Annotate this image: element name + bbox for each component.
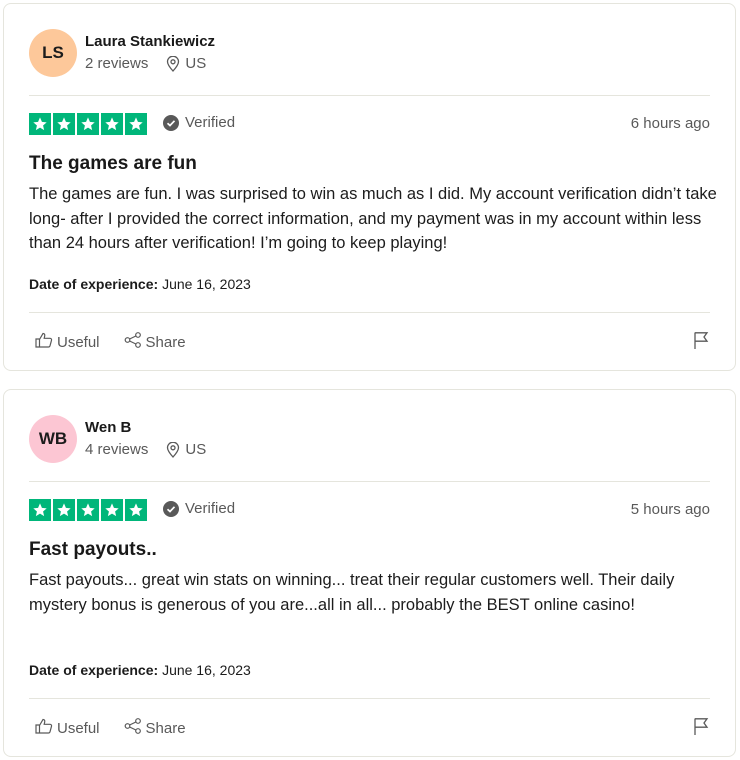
date-value: June 16, 2023 — [162, 662, 251, 678]
review-body: Fast payouts... great win stats on winni… — [29, 571, 675, 614]
star-icon — [29, 113, 51, 135]
share-label: Share — [145, 333, 186, 351]
verified-check-icon — [163, 500, 179, 517]
review-actions: Useful Share — [35, 718, 210, 738]
divider — [29, 481, 710, 482]
location-pin-icon — [166, 441, 180, 458]
useful-label: Useful — [57, 719, 100, 737]
avatar[interactable]: LS — [29, 29, 77, 77]
verified-label: Verified — [185, 500, 236, 517]
star-rating — [29, 113, 147, 135]
star-rating — [29, 499, 147, 521]
star-icon — [101, 499, 123, 521]
divider — [29, 312, 710, 313]
review-time: 6 hours ago — [630, 115, 710, 132]
star-icon — [53, 113, 75, 135]
review-card: WB Wen B 4 reviews US Verified 5 hours a… — [3, 389, 736, 757]
date-label: Date of experience: — [29, 276, 159, 292]
useful-label: Useful — [57, 333, 100, 351]
share-icon — [124, 718, 146, 738]
star-icon — [125, 499, 147, 521]
useful-button[interactable]: Useful — [35, 718, 100, 738]
thumbs-up-icon — [35, 718, 57, 738]
flag-icon[interactable] — [693, 331, 709, 355]
review-count: 4 reviews — [85, 441, 149, 458]
divider — [29, 698, 710, 699]
reviewer-name[interactable]: Laura Stankiewicz — [85, 33, 215, 50]
reviewer-country: US — [185, 441, 207, 458]
review-actions: Useful Share — [35, 332, 210, 352]
review-count: 2 reviews — [85, 55, 149, 72]
reviewer-country: US — [185, 55, 207, 72]
star-icon — [77, 499, 99, 521]
share-label: Share — [145, 719, 186, 737]
star-icon — [77, 113, 99, 135]
verified-check-icon — [163, 114, 179, 131]
date-of-experience: Date of experience: June 16, 2023 — [29, 276, 251, 292]
star-icon — [29, 499, 51, 521]
verified-badge[interactable]: Verified — [163, 114, 235, 131]
review-body: The games are fun. I was surprised to wi… — [29, 185, 717, 252]
review-card: LS Laura Stankiewicz 2 reviews US Verifi… — [3, 3, 736, 371]
thumbs-up-icon — [35, 332, 57, 352]
useful-button[interactable]: Useful — [35, 332, 100, 352]
star-icon — [125, 113, 147, 135]
share-button[interactable]: Share — [124, 332, 186, 352]
flag-icon[interactable] — [693, 717, 709, 741]
review-time: 5 hours ago — [630, 501, 710, 518]
divider — [29, 95, 710, 96]
location-pin-icon — [166, 55, 180, 72]
date-of-experience: Date of experience: June 16, 2023 — [29, 662, 251, 678]
star-icon — [101, 113, 123, 135]
reviewer-meta: 4 reviews US — [85, 441, 206, 458]
reviewer-meta: 2 reviews US — [85, 55, 206, 72]
date-label: Date of experience: — [29, 662, 159, 678]
reviewer-name[interactable]: Wen B — [85, 419, 131, 436]
review-title[interactable]: Fast payouts.. — [29, 539, 157, 561]
share-icon — [124, 332, 146, 352]
avatar[interactable]: WB — [29, 415, 77, 463]
share-button[interactable]: Share — [124, 718, 186, 738]
date-value: June 16, 2023 — [162, 276, 251, 292]
verified-label: Verified — [185, 114, 236, 131]
verified-badge[interactable]: Verified — [163, 500, 235, 517]
star-icon — [53, 499, 75, 521]
review-title[interactable]: The games are fun — [29, 153, 197, 175]
